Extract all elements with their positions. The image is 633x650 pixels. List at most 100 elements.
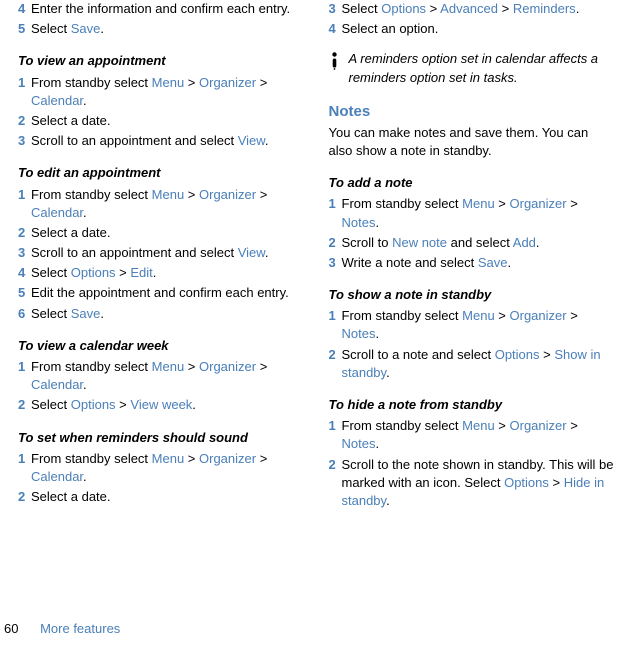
step-number: 6 [18, 305, 31, 323]
step-text: Select a date. [31, 112, 305, 130]
step-number: 4 [329, 20, 342, 38]
step-item: 2 Scroll to the note shown in standby. T… [329, 456, 616, 511]
step-text: Scroll to an appointment and select View… [31, 132, 305, 150]
step-number: 2 [329, 346, 342, 382]
menu-option: Menu [152, 451, 185, 466]
menu-option: Add [513, 235, 536, 250]
info-icon [329, 50, 341, 86]
step-text: Write a note and select Save. [342, 254, 616, 272]
step-number: 5 [18, 20, 31, 38]
menu-option: Advanced [440, 1, 498, 16]
step-text: Select Save. [31, 20, 305, 38]
step-number: 4 [18, 0, 31, 18]
menu-option: Reminders [513, 1, 576, 16]
step-number: 1 [329, 195, 342, 231]
menu-option: Organizer [199, 75, 256, 90]
menu-option: Calendar [31, 377, 83, 392]
menu-option: Organizer [510, 196, 567, 211]
menu-option: Options [381, 1, 426, 16]
footer-section: More features [40, 621, 120, 636]
step-item: 2 Select a date. [18, 224, 305, 242]
step-text: From standby select Menu > Organizer > C… [31, 450, 305, 486]
step-text: Scroll to the note shown in standby. Thi… [342, 456, 616, 511]
step-number: 2 [18, 396, 31, 414]
step-item: 1 From standby select Menu > Organizer >… [329, 417, 616, 453]
step-text: Scroll to New note and select Add. [342, 234, 616, 252]
step-number: 3 [18, 244, 31, 262]
step-text: From standby select Menu > Organizer > C… [31, 358, 305, 394]
menu-option: Organizer [510, 418, 567, 433]
subheading: To view a calendar week [18, 337, 305, 355]
menu-option: Calendar [31, 93, 83, 108]
page-footer: 60 More features [4, 620, 120, 638]
step-number: 1 [329, 307, 342, 343]
step-item: 4 Enter the information and confirm each… [18, 0, 305, 18]
step-number: 2 [329, 456, 342, 511]
step-text: Select a date. [31, 488, 305, 506]
menu-option: Menu [152, 75, 185, 90]
step-number: 5 [18, 284, 31, 302]
step-item: 2 Scroll to a note and select Options > … [329, 346, 616, 382]
step-text: Scroll to an appointment and select View… [31, 244, 305, 262]
menu-option: Save [478, 255, 508, 270]
note-text: A reminders option set in calendar affec… [349, 50, 616, 86]
menu-option: Save [71, 21, 101, 36]
subheading: To hide a note from standby [329, 396, 616, 414]
step-text: Select an option. [342, 20, 616, 38]
page-number: 60 [4, 621, 18, 636]
step-text: From standby select Menu > Organizer > C… [31, 186, 305, 222]
step-item: 1 From standby select Menu > Organizer >… [18, 74, 305, 110]
step-item: 4 Select an option. [329, 20, 616, 38]
menu-option: Menu [462, 418, 495, 433]
body-text: You can make notes and save them. You ca… [329, 124, 616, 160]
menu-option: Organizer [199, 451, 256, 466]
step-number: 1 [18, 74, 31, 110]
menu-option: Options [71, 397, 116, 412]
step-item: 3 Select Options > Advanced > Reminders. [329, 0, 616, 18]
menu-option: Options [71, 265, 116, 280]
menu-option: Organizer [510, 308, 567, 323]
step-number: 3 [329, 0, 342, 18]
menu-option: Menu [152, 187, 185, 202]
menu-option: Options [504, 475, 549, 490]
step-item: 6 Select Save. [18, 305, 305, 323]
step-item: 1 From standby select Menu > Organizer >… [18, 186, 305, 222]
step-item: 2 Select Options > View week. [18, 396, 305, 414]
step-text: Enter the information and confirm each e… [31, 0, 305, 18]
step-number: 1 [18, 450, 31, 486]
step-text: Select Options > Edit. [31, 264, 305, 282]
step-item: 5 Edit the appointment and confirm each … [18, 284, 305, 302]
step-text: Select Options > View week. [31, 396, 305, 414]
step-item: 1 From standby select Menu > Organizer >… [18, 450, 305, 486]
step-number: 2 [18, 224, 31, 242]
step-text: From standby select Menu > Organizer > N… [342, 307, 616, 343]
menu-option: New note [392, 235, 447, 250]
subheading: To set when reminders should sound [18, 429, 305, 447]
step-text: Select a date. [31, 224, 305, 242]
menu-option: Options [495, 347, 540, 362]
menu-option: Notes [342, 215, 376, 230]
step-item: 5 Select Save. [18, 20, 305, 38]
menu-option: Save [71, 306, 101, 321]
step-text: From standby select Menu > Organizer > C… [31, 74, 305, 110]
menu-option: Menu [462, 196, 495, 211]
step-number: 1 [18, 358, 31, 394]
step-item: 1 From standby select Menu > Organizer >… [18, 358, 305, 394]
menu-option: Notes [342, 436, 376, 451]
step-number: 1 [18, 186, 31, 222]
step-text: Scroll to a note and select Options > Sh… [342, 346, 616, 382]
subheading: To edit an appointment [18, 164, 305, 182]
left-column: 4 Enter the information and confirm each… [18, 0, 305, 512]
step-number: 2 [329, 234, 342, 252]
subheading: To add a note [329, 174, 616, 192]
menu-option: View [238, 133, 265, 148]
step-text: Select Options > Advanced > Reminders. [342, 0, 616, 18]
step-item: 3 Write a note and select Save. [329, 254, 616, 272]
step-text: From standby select Menu > Organizer > N… [342, 195, 616, 231]
step-item: 2 Scroll to New note and select Add. [329, 234, 616, 252]
menu-option: Menu [462, 308, 495, 323]
step-item: 1 From standby select Menu > Organizer >… [329, 307, 616, 343]
step-item: 1 From standby select Menu > Organizer >… [329, 195, 616, 231]
menu-option: Calendar [31, 205, 83, 220]
step-item: 4 Select Options > Edit. [18, 264, 305, 282]
